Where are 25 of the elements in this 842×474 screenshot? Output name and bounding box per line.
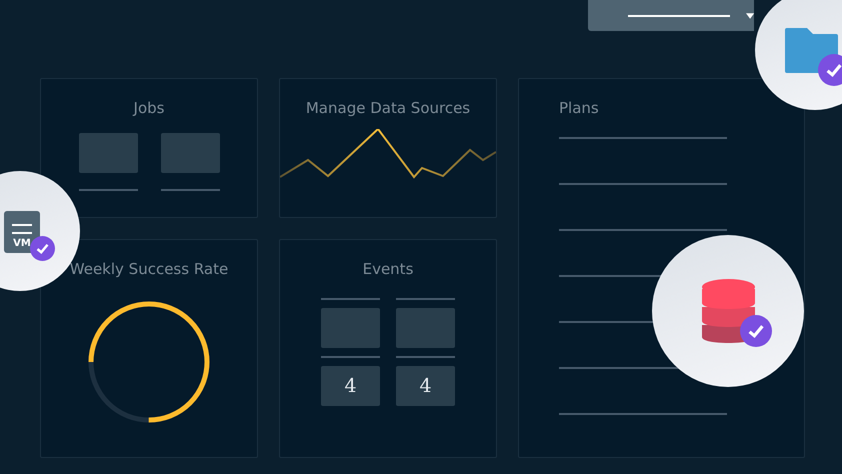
placeholder-line (396, 356, 455, 358)
placeholder-line (78, 189, 138, 191)
placeholder-tile (321, 308, 380, 348)
card-title: Weekly Success Rate (70, 260, 228, 278)
database-icon (702, 279, 755, 343)
placeholder-tile (78, 133, 138, 173)
caret-icon (746, 12, 754, 18)
event-count: 4 (321, 366, 380, 406)
placeholder-line (160, 189, 220, 191)
placeholder-line (396, 298, 455, 300)
check-icon (30, 236, 55, 261)
card-title: Manage Data Sources (306, 99, 470, 117)
card-title: Jobs (134, 99, 164, 117)
event-count: 4 (396, 366, 455, 406)
check-icon (818, 54, 842, 86)
dropdown-bar[interactable] (588, 0, 754, 31)
card-title: Plans (559, 99, 599, 117)
placeholder-line (321, 356, 380, 358)
check-icon (740, 315, 772, 347)
vm-label: VM (13, 238, 31, 249)
placeholder-tile (160, 133, 220, 173)
placeholder-tile (396, 308, 455, 348)
placeholder-line (321, 298, 380, 300)
card-title: Events (362, 260, 414, 278)
menu-lines-icon (12, 224, 32, 234)
